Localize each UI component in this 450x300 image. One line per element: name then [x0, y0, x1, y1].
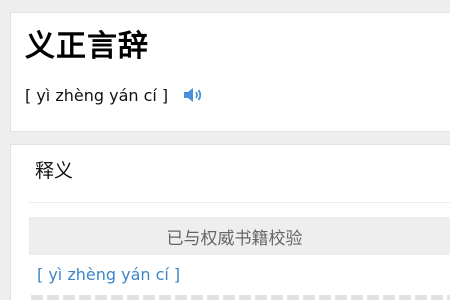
word-title: 义正言辞	[25, 29, 149, 64]
definition-text-cutoff	[31, 295, 450, 300]
verified-badge: 已与权威书籍校验	[29, 217, 450, 255]
definition-pinyin-link[interactable]: [ yì zhèng yán cí ]	[37, 265, 180, 284]
word-card: 义正言辞 [ yì zhèng yán cí ]	[10, 12, 450, 132]
pinyin-row: [ yì zhèng yán cí ]	[25, 83, 204, 107]
definition-card: 释义 已与权威书籍校验 [ yì zhèng yán cí ]	[10, 144, 450, 300]
speaker-icon[interactable]	[182, 85, 204, 105]
word-pinyin: [ yì zhèng yán cí ]	[25, 85, 169, 105]
definition-heading: 释义	[35, 160, 74, 182]
divider	[29, 202, 450, 203]
